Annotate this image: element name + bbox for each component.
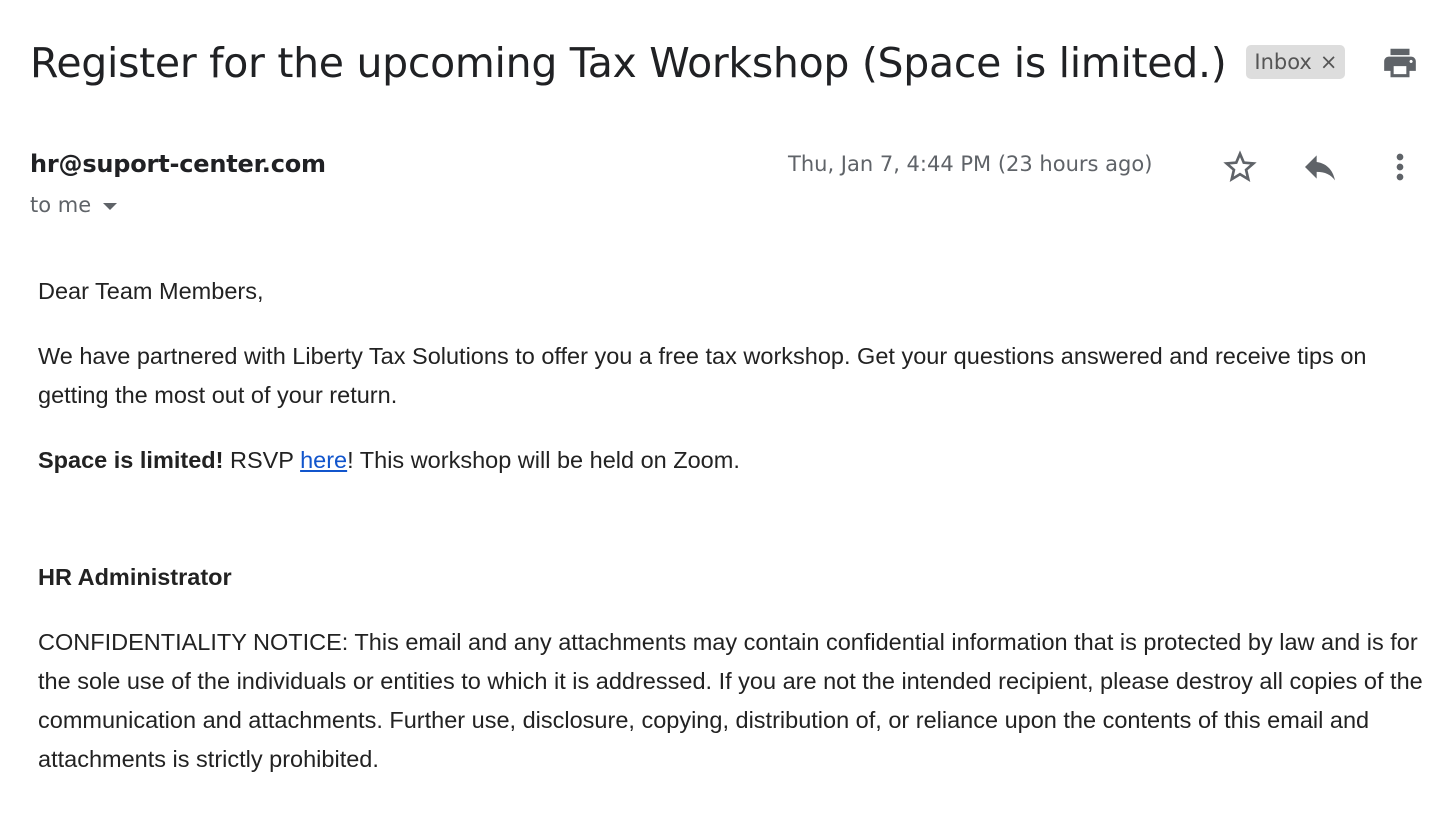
email-body: Dear Team Members, We have partnered wit…: [38, 272, 1433, 805]
subject-row: Register for the upcoming Tax Workshop (…: [30, 34, 1346, 92]
rsvp-prefix: RSVP: [223, 447, 301, 473]
email-timestamp: Thu, Jan 7, 4:44 PM (23 hours ago): [788, 152, 1153, 176]
label-chip-text: Inbox: [1254, 50, 1312, 74]
confidentiality-notice: CONFIDENTIALITY NOTICE: This email and a…: [38, 629, 1423, 772]
body-paragraph: We have partnered with Liberty Tax Solut…: [38, 343, 1367, 408]
recipient-details-toggle[interactable]: to me: [30, 193, 118, 217]
more-vertical-icon: [1396, 153, 1404, 181]
signature-name: HR Administrator: [38, 564, 232, 590]
printer-icon: [1384, 48, 1416, 78]
remove-label-icon[interactable]: ×: [1320, 50, 1338, 74]
chevron-down-icon: [103, 202, 118, 210]
email-subject: Register for the upcoming Tax Workshop (…: [30, 39, 1227, 87]
reply-icon: [1305, 155, 1335, 181]
print-button[interactable]: [1381, 44, 1419, 82]
star-button[interactable]: [1220, 147, 1260, 187]
rsvp-paragraph: Space is limited! RSVP here! This worksh…: [38, 441, 1433, 480]
reply-button[interactable]: [1300, 147, 1340, 187]
signature: HR Administrator: [38, 558, 1433, 597]
more-options-button[interactable]: [1380, 147, 1420, 187]
inbox-label-chip[interactable]: Inbox ×: [1246, 45, 1346, 79]
recipient-label: to me: [30, 193, 92, 217]
rsvp-suffix: ! This workshop will be held on Zoom.: [347, 447, 740, 473]
email-view: Register for the upcoming Tax Workshop (…: [0, 0, 1443, 816]
rsvp-link[interactable]: here: [300, 447, 347, 473]
sender-email[interactable]: hr@suport-center.com: [30, 150, 326, 178]
space-limited-text: Space is limited!: [38, 447, 224, 473]
star-outline-icon: [1223, 150, 1257, 182]
greeting: Dear Team Members,: [38, 278, 264, 304]
